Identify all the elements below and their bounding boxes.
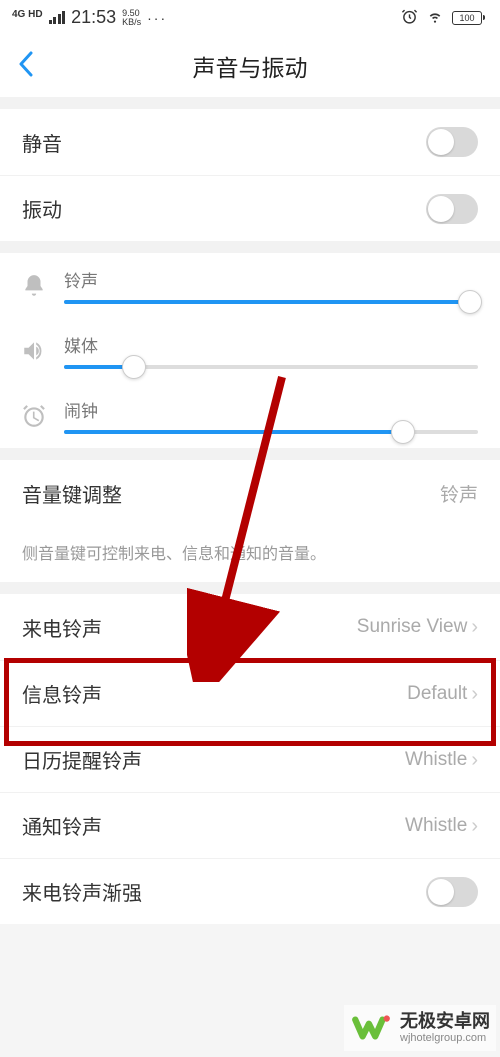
- media-slider[interactable]: [64, 365, 478, 369]
- chevron-right-icon: ›: [471, 617, 478, 637]
- ringtone-slider-label: 铃声: [64, 267, 478, 292]
- speaker-icon: [18, 338, 50, 364]
- slider-thumb[interactable]: [458, 290, 482, 314]
- volume-key-row[interactable]: 音量键调整 铃声: [0, 460, 500, 526]
- slider-thumb[interactable]: [122, 355, 146, 379]
- vibrate-toggle[interactable]: [426, 194, 478, 224]
- calendar-ringtone-label: 日历提醒铃声: [22, 745, 142, 774]
- alarm-slider-row: 闹钟: [0, 383, 500, 448]
- ringtone-slider[interactable]: [64, 300, 478, 304]
- slider-thumb[interactable]: [391, 420, 415, 444]
- crescendo-row[interactable]: 来电铃声渐强: [0, 858, 500, 924]
- status-bar: 4G HD 21:53 9.50KB/s ··· 100: [0, 0, 500, 35]
- chevron-right-icon: ›: [471, 684, 478, 704]
- message-ringtone-row[interactable]: 信息铃声 Default›: [0, 660, 500, 726]
- ringtone-slider-row: 铃声: [0, 253, 500, 318]
- notification-ringtone-label: 通知铃声: [22, 811, 102, 840]
- net-speed: 9.50KB/s: [122, 9, 141, 27]
- crescendo-label: 来电铃声渐强: [22, 877, 142, 906]
- media-slider-label: 媒体: [64, 332, 478, 357]
- signal-icon: [49, 11, 66, 24]
- watermark-title: 无极安卓网: [400, 1012, 490, 1032]
- alarm-slider[interactable]: [64, 430, 478, 434]
- page-title: 声音与振动: [0, 49, 500, 83]
- media-slider-row: 媒体: [0, 318, 500, 383]
- chevron-right-icon: ›: [471, 750, 478, 770]
- bell-icon: [18, 273, 50, 299]
- volume-key-desc: 侧音量键可控制来电、信息和通知的音量。: [0, 526, 500, 582]
- mute-label: 静音: [22, 128, 62, 157]
- status-time: 21:53: [71, 7, 116, 28]
- battery-icon: 100: [452, 11, 482, 25]
- alarm-slider-label: 闹钟: [64, 397, 478, 422]
- message-ringtone-label: 信息铃声: [22, 679, 102, 708]
- volume-sliders: 铃声 媒体 闹钟: [0, 253, 500, 448]
- message-ringtone-value: Default: [407, 683, 467, 705]
- slider-fill: [64, 430, 403, 434]
- page-header: 声音与振动: [0, 35, 500, 97]
- incoming-ringtone-row[interactable]: 来电铃声 Sunrise View›: [0, 594, 500, 660]
- watermark-logo-icon: [350, 1007, 392, 1049]
- mute-row[interactable]: 静音: [0, 109, 500, 175]
- vibrate-label: 振动: [22, 194, 62, 223]
- vibrate-row[interactable]: 振动: [0, 175, 500, 241]
- slider-fill: [64, 300, 470, 304]
- calendar-ringtone-row[interactable]: 日历提醒铃声 Whistle›: [0, 726, 500, 792]
- watermark: 无极安卓网 wjhotelgroup.com: [344, 1005, 496, 1051]
- alarm-icon: [401, 8, 418, 28]
- wifi-icon: [426, 7, 444, 28]
- chevron-right-icon: ›: [471, 816, 478, 836]
- more-icon: ···: [147, 10, 167, 26]
- mute-toggle[interactable]: [426, 127, 478, 157]
- notification-ringtone-row[interactable]: 通知铃声 Whistle›: [0, 792, 500, 858]
- volume-key-label: 音量键调整: [22, 479, 122, 508]
- network-label: 4G HD: [12, 10, 43, 20]
- incoming-ringtone-value: Sunrise View: [357, 616, 468, 638]
- crescendo-toggle[interactable]: [426, 877, 478, 907]
- notification-ringtone-value: Whistle: [405, 815, 467, 837]
- clock-icon: [18, 403, 50, 429]
- watermark-url: wjhotelgroup.com: [400, 1032, 490, 1044]
- volume-key-value: 铃声: [440, 480, 478, 507]
- calendar-ringtone-value: Whistle: [405, 749, 467, 771]
- incoming-ringtone-label: 来电铃声: [22, 613, 102, 642]
- back-button[interactable]: [18, 51, 34, 82]
